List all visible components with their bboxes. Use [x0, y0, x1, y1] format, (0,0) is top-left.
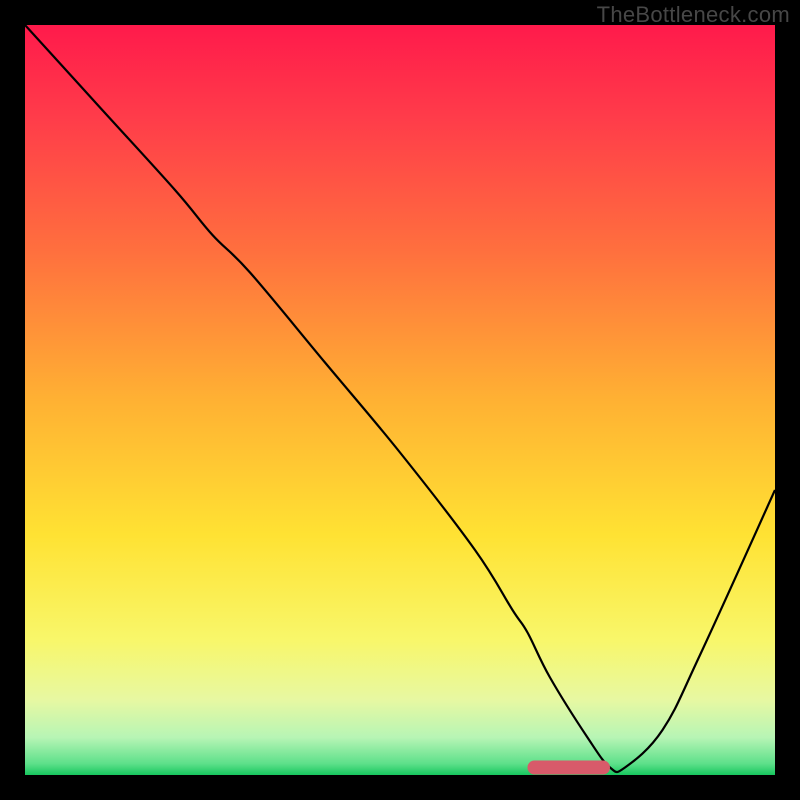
watermark-text: TheBottleneck.com: [597, 2, 790, 28]
chart-background-gradient: [25, 25, 775, 775]
optimal-range-marker: [528, 761, 611, 775]
chart-svg: [25, 25, 775, 775]
bottleneck-chart: [25, 25, 775, 775]
